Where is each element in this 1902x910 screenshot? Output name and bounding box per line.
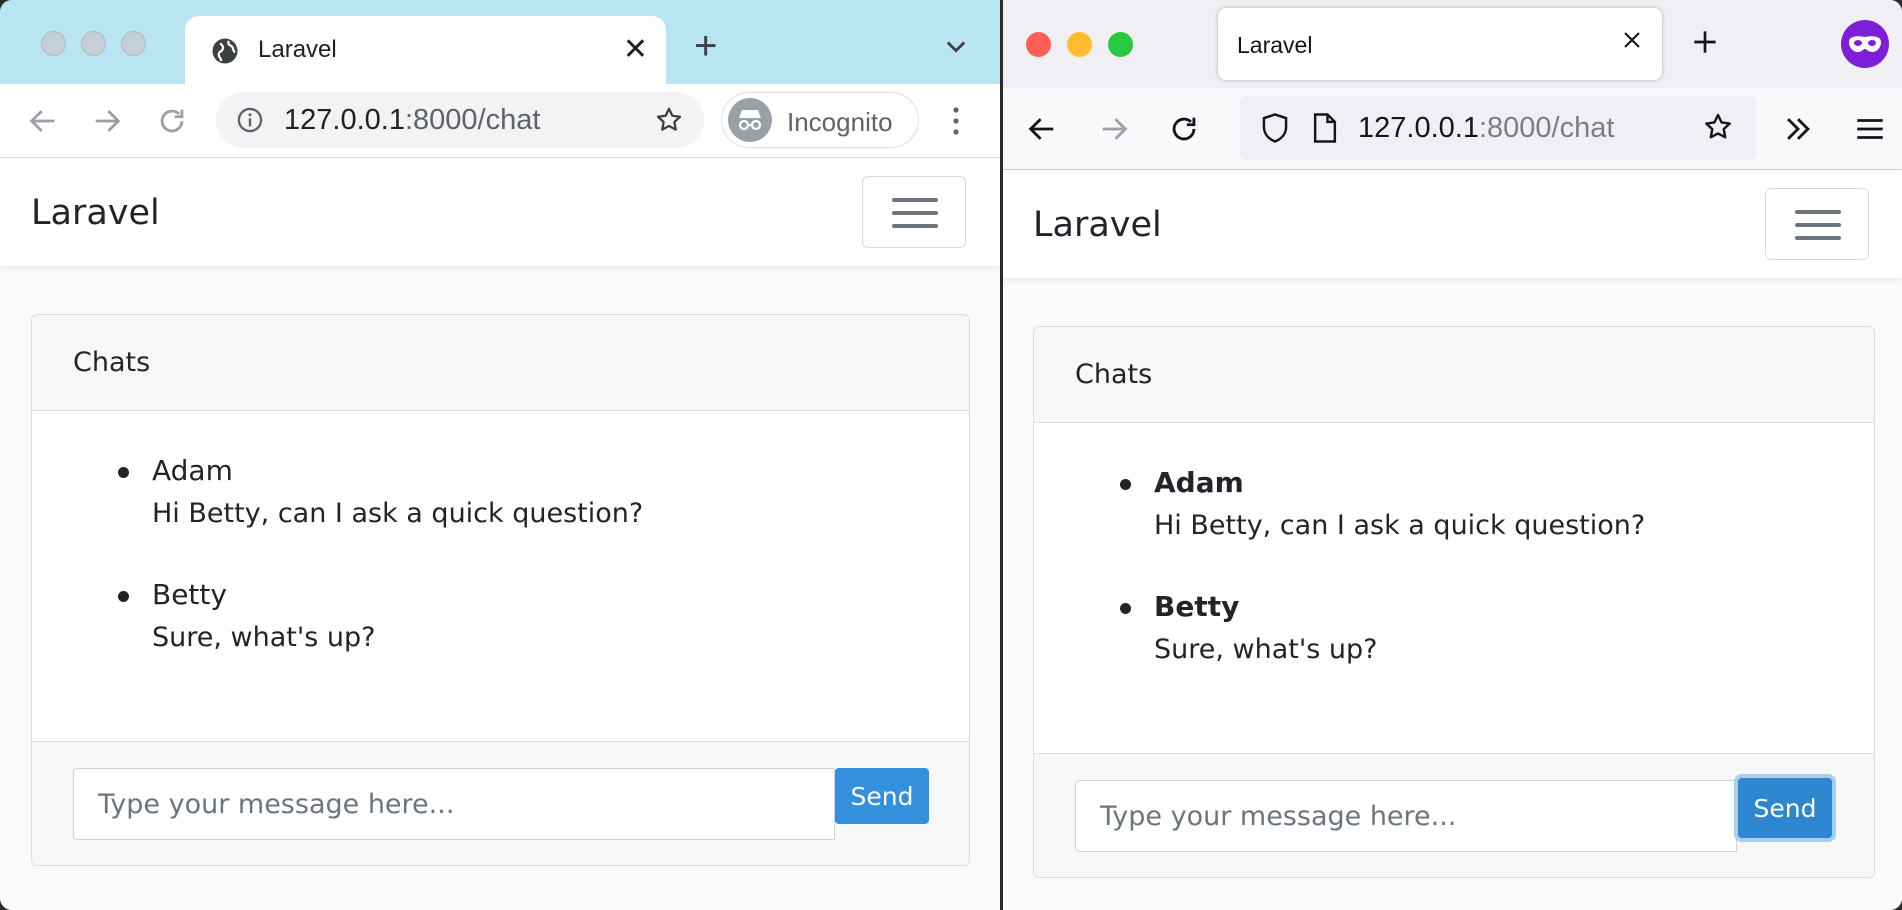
incognito-badge[interactable]: Incognito [721,92,919,148]
chevron-down-icon[interactable] [942,32,970,60]
window-minimize-button[interactable] [81,31,106,56]
page-icon[interactable] [1312,112,1338,144]
hamburger-icon [1795,210,1841,214]
navbar-toggler-button[interactable] [862,176,966,248]
card-footer: Send [32,741,969,865]
message-text: Hi Betty, can I ask a quick question? [1154,510,1646,541]
plus-icon[interactable] [1689,26,1721,58]
forward-arrow-icon[interactable] [1097,112,1131,146]
url-text: 127.0.0.1:8000/chat [1358,112,1614,145]
tab-strip: Laravel [1003,0,1902,88]
card-footer: Send [1034,753,1874,877]
window-zoom-button[interactable] [121,31,146,56]
info-icon[interactable] [236,106,264,134]
hamburger-icon [892,198,938,202]
shield-icon[interactable] [1260,112,1290,144]
card-header: Chats [32,315,969,411]
message-input[interactable] [1075,780,1737,852]
message-input[interactable] [73,768,835,840]
message-user: Betty [1154,590,1240,623]
firefox-window: Laravel 127.0.0.1:8000/chat Laravel Chat… [1003,0,1902,910]
window-close-button[interactable] [1026,32,1051,57]
window-zoom-button[interactable] [1108,32,1133,57]
list-item: Adam Hi Betty, can I ask a quick questio… [1120,463,1646,549]
tab-strip: Laravel ✕ + [0,0,1000,84]
send-button[interactable]: Send [835,768,929,824]
address-bar[interactable]: 127.0.0.1:8000/chat [216,92,704,148]
reload-icon[interactable] [155,104,189,138]
star-icon[interactable] [1702,111,1734,143]
close-icon[interactable]: ✕ [623,32,648,67]
tab-laravel[interactable]: Laravel [1218,8,1662,80]
navbar-brand[interactable]: Laravel [31,193,160,233]
message-user: Adam [152,454,233,487]
card-title: Chats [73,347,151,378]
window-close-button[interactable] [41,31,66,56]
card-title: Chats [1075,359,1153,390]
chat-card: Chats Adam Hi Betty, can I ask a quick q… [31,314,970,866]
message-text: Hi Betty, can I ask a quick question? [152,498,644,529]
card-header: Chats [1034,327,1874,423]
message-user: Adam [1154,466,1244,499]
page-viewport: Laravel Chats Adam Hi Betty, can I ask a… [1003,170,1902,910]
list-item: Adam Hi Betty, can I ask a quick questio… [118,451,644,537]
kebab-menu-icon[interactable] [946,104,966,138]
send-button[interactable]: Send [1738,778,1832,838]
plus-icon[interactable]: + [694,26,717,66]
list-item: Betty Sure, what's up? [118,575,376,661]
message-user: Betty [152,578,227,611]
url-path: :8000/chat [404,104,541,136]
overflow-chevrons-icon[interactable] [1781,112,1815,146]
globe-icon [212,38,238,64]
hamburger-icon[interactable] [1853,112,1887,146]
back-arrow-icon[interactable] [26,104,60,138]
message-text: Sure, what's up? [1154,634,1378,665]
incognito-icon [728,98,772,142]
url-text: 127.0.0.1:8000/chat [284,104,540,137]
incognito-label: Incognito [787,107,893,137]
toolbar: 127.0.0.1:8000/chat [1003,88,1902,170]
navbar-brand[interactable]: Laravel [1033,205,1162,245]
forward-arrow-icon[interactable] [90,104,124,138]
tab-title: Laravel [258,36,337,63]
navbar: Laravel [0,158,1000,266]
navbar-toggler-button[interactable] [1765,188,1869,260]
close-icon[interactable] [1620,28,1644,52]
url-host: 127.0.0.1 [284,104,405,136]
navbar: Laravel [1003,170,1902,278]
chat-card: Chats Adam Hi Betty, can I ask a quick q… [1033,326,1875,878]
toolbar: 127.0.0.1:8000/chat Incognito [0,84,1000,158]
url-path: :8000/chat [1478,112,1615,144]
address-bar[interactable]: 127.0.0.1:8000/chat [1240,96,1756,160]
star-icon[interactable] [654,105,684,135]
list-item: Betty Sure, what's up? [1120,587,1378,673]
account-mask-icon[interactable] [1841,20,1889,68]
message-text: Sure, what's up? [152,622,376,653]
page-viewport: Laravel Chats Adam Hi Betty, can I ask a… [0,158,1000,910]
tab-laravel[interactable]: Laravel ✕ [185,16,666,84]
back-arrow-icon[interactable] [1025,112,1059,146]
url-host: 127.0.0.1 [1358,112,1479,144]
window-minimize-button[interactable] [1067,32,1092,57]
tab-title: Laravel [1237,32,1313,58]
chrome-window: Laravel ✕ + 127.0.0.1:8000/chat Incognit… [0,0,1000,910]
reload-icon[interactable] [1167,112,1201,146]
